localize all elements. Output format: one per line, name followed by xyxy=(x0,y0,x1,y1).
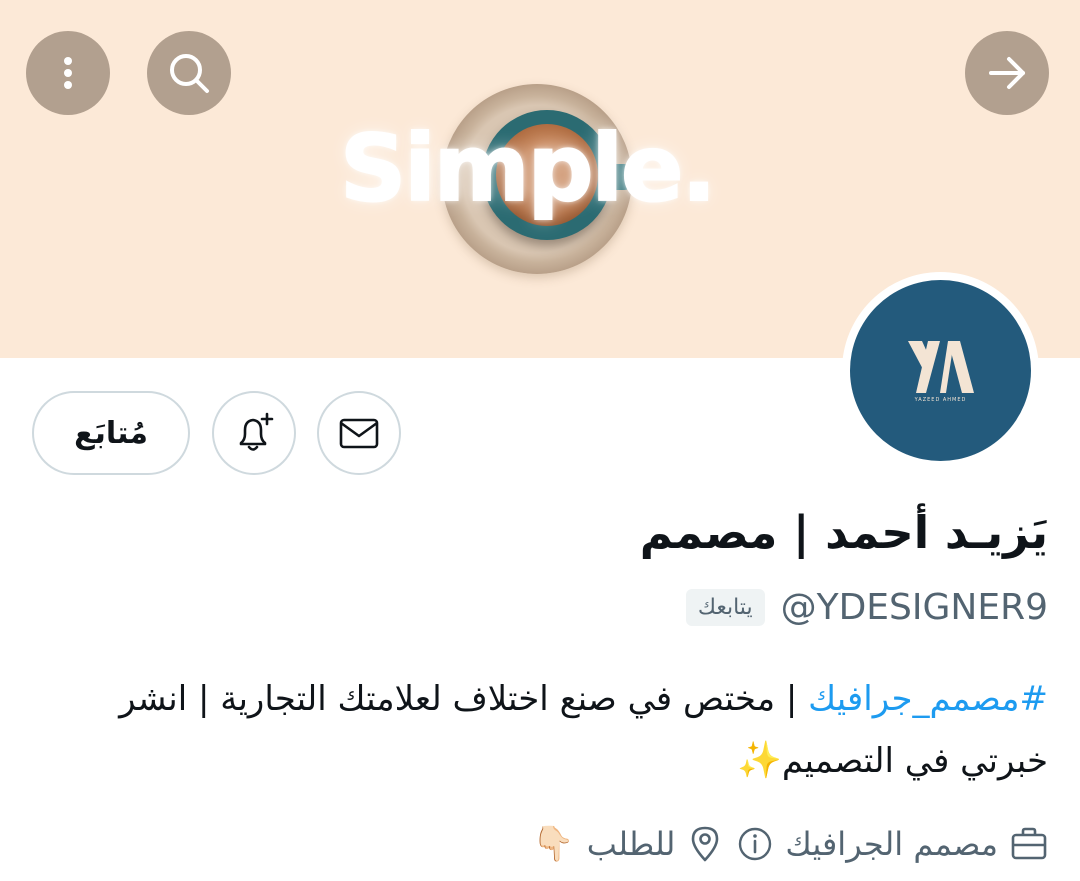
bio-text-line1: | مختص في صنع اختلاف لعلامتك التجارية | … xyxy=(119,679,809,719)
profile-bio: #مصمم_جرافيك | مختص في صنع اختلاف لعلامت… xyxy=(32,668,1048,792)
ya-logo-icon xyxy=(907,340,974,393)
briefcase-icon xyxy=(1011,827,1047,860)
search-button[interactable] xyxy=(147,31,231,115)
search-icon xyxy=(170,54,209,93)
more-options-button[interactable] xyxy=(26,31,110,115)
category-item: مصمم الجرافيك xyxy=(737,825,1048,863)
more-vertical-icon xyxy=(64,57,72,89)
following-button[interactable]: مُتابَع xyxy=(32,391,190,475)
follows-you-badge: يتابعك xyxy=(685,588,765,626)
display-name: يَزيـد أحمد | مصمم xyxy=(639,506,1048,559)
avatar[interactable]: YAZEED AHMED xyxy=(842,272,1039,469)
category-label: مصمم الجرافيك xyxy=(785,825,998,863)
following-label: مُتابَع xyxy=(74,415,148,451)
location-pin-icon xyxy=(692,826,719,862)
message-button[interactable] xyxy=(317,391,401,475)
location-label: للطلب xyxy=(586,825,676,863)
bio-text-line2: خبرتي في التصميم xyxy=(781,741,1048,781)
back-button[interactable] xyxy=(965,31,1049,115)
handle-row: يتابعك @YDESIGNER9 xyxy=(685,582,1048,632)
avatar-brand: YAZEED AHMED xyxy=(914,396,967,403)
profile-page: Simple. YAZEED AHMED مُتابَع يَزيـد أحمد… xyxy=(0,0,1080,881)
notifications-button[interactable] xyxy=(212,391,296,475)
banner-headline: Simple. xyxy=(339,114,717,223)
username-handle: @YDESIGNER9 xyxy=(780,586,1048,628)
bell-plus-icon xyxy=(239,412,274,451)
location-item: للطلب 👇🏻 xyxy=(532,824,723,864)
arrow-right-icon xyxy=(989,57,1025,89)
bio-hashtag-link[interactable]: #مصمم_جرافيك xyxy=(808,679,1048,719)
avatar-logo: YAZEED AHMED xyxy=(850,280,1031,461)
pointing-down-emoji: 👇🏻 xyxy=(532,824,575,864)
mail-icon xyxy=(339,418,379,449)
profile-meta: مصمم الجرافيك للطلب 👇🏻 xyxy=(532,814,1048,874)
sparkle-emoji: ✨ xyxy=(737,740,782,781)
info-icon[interactable] xyxy=(737,826,773,862)
